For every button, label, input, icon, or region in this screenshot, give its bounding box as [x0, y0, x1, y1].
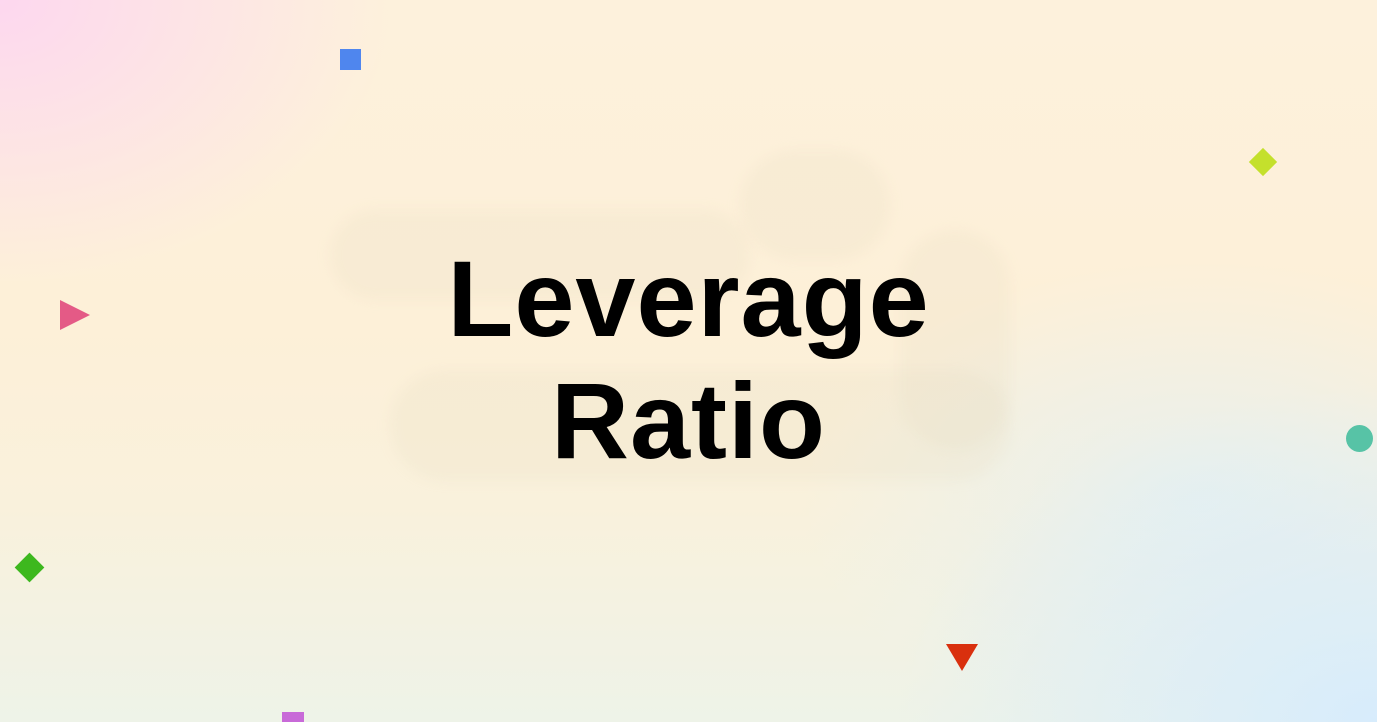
green-diamond-shape — [14, 552, 45, 583]
title-line-1: Leverage — [447, 238, 930, 359]
title-line-2: Ratio — [551, 360, 826, 481]
page-title: Leverage Ratio — [0, 238, 1377, 482]
lime-diamond-shape — [1248, 147, 1278, 177]
red-triangle-shape — [946, 644, 978, 671]
purple-square-shape — [282, 712, 304, 722]
blue-square-shape — [340, 49, 361, 70]
teal-circle-shape — [1346, 425, 1373, 452]
pink-triangle-shape — [60, 300, 90, 330]
